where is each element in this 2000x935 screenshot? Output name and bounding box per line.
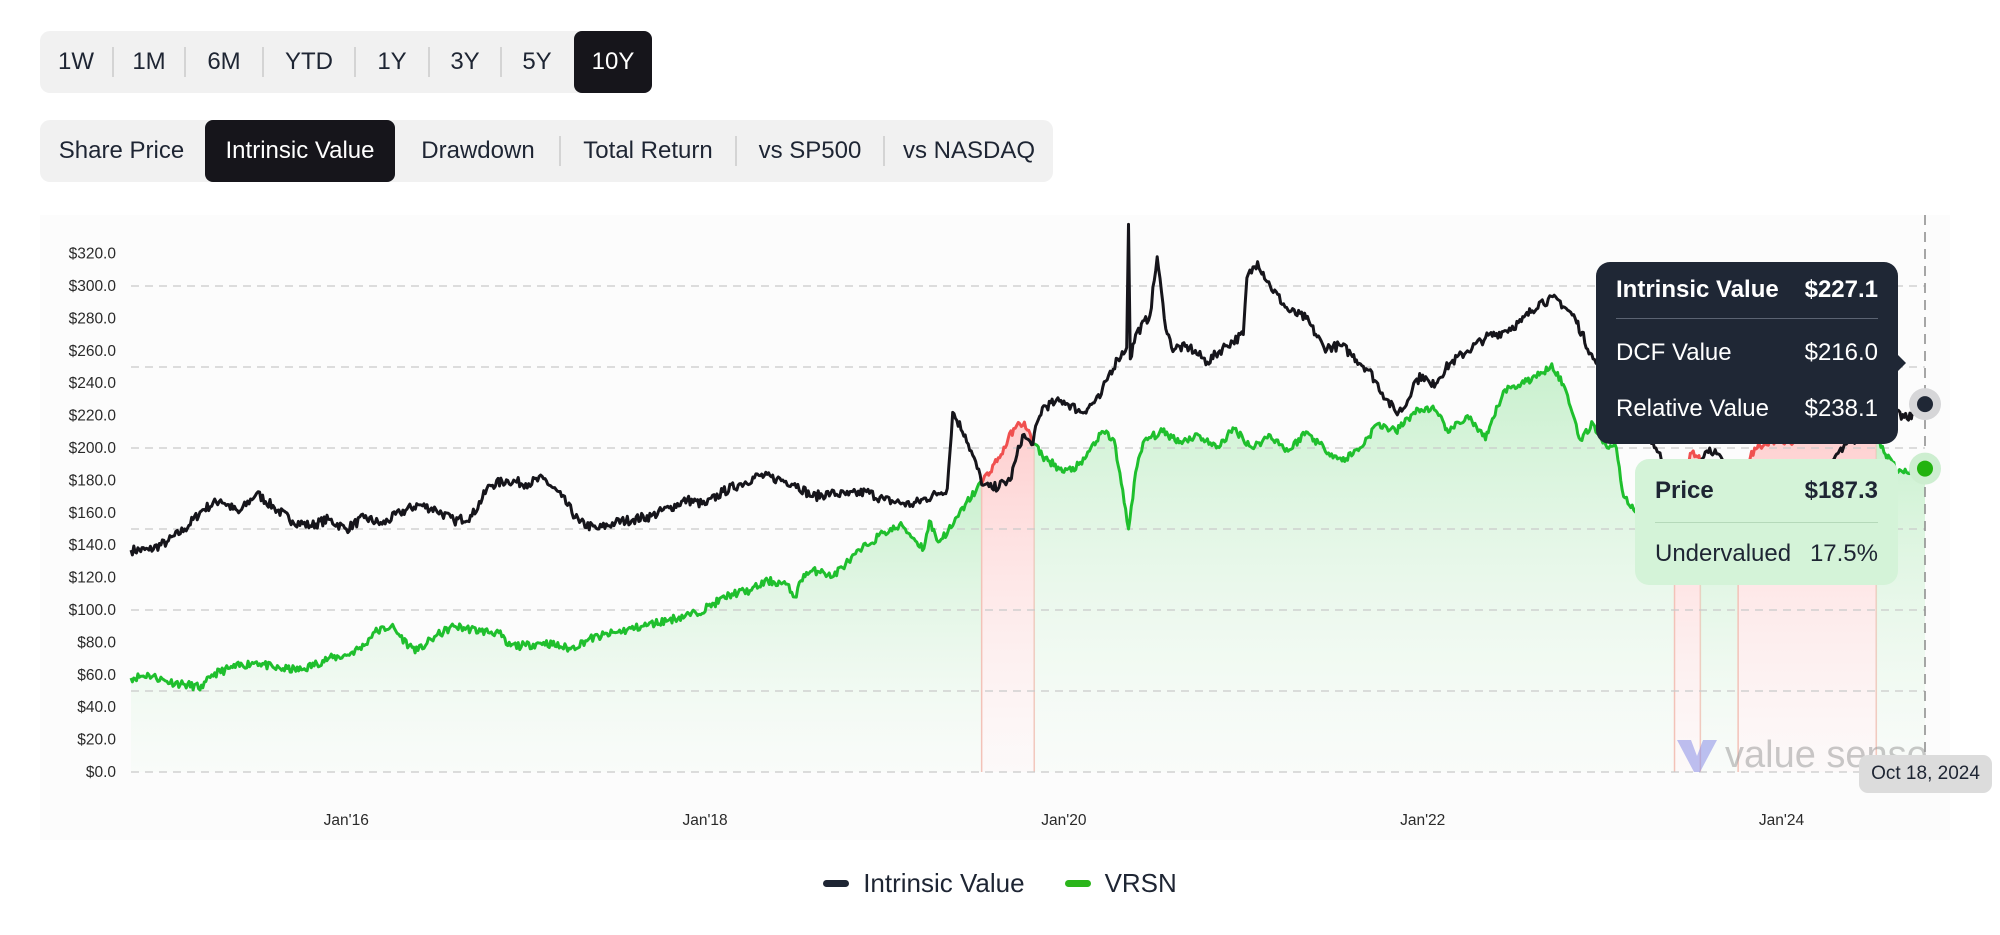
view-tab-label: Drawdown <box>421 137 535 164</box>
tooltip-dcf-label: DCF Value <box>1616 339 1732 366</box>
range-option-5y[interactable]: 5Y <box>502 31 572 93</box>
view-tab-label: Total Return <box>583 137 713 164</box>
value-sense-logo-icon <box>1677 739 1717 772</box>
range-option-label: 3Y <box>450 48 480 75</box>
y-tick-label: $260.0 <box>69 343 117 360</box>
view-tab-label: vs NASDAQ <box>902 137 1036 164</box>
view-tab-label: Intrinsic Value <box>225 137 375 164</box>
range-option-label: 10Y <box>591 48 635 75</box>
y-tick-label: $200.0 <box>69 440 117 457</box>
price-marker <box>1917 460 1933 477</box>
tooltip-price-value: $187.3 <box>1804 476 1878 504</box>
view-tab-vs-nasdaq[interactable]: vs NASDAQ <box>885 120 1053 182</box>
tooltip-valuation-row: Undervalued 17.5% <box>1655 523 1878 585</box>
x-tick-label: Jan'24 <box>1759 812 1805 829</box>
tooltip-pointer <box>1897 354 1906 372</box>
intrinsic-value-tooltip: Intrinsic Value $227.1 DCF Value $216.0 … <box>1596 262 1906 444</box>
undervalued-area <box>131 482 982 772</box>
y-tick-label: $0.0 <box>86 764 117 781</box>
chart-legend: Intrinsic Value VRSN <box>0 868 2000 899</box>
range-option-label: 1Y <box>377 48 407 75</box>
range-option-label: 1W <box>58 48 94 75</box>
tooltip-dcf-value: $216.0 <box>1804 339 1878 366</box>
y-tick-label: $320.0 <box>69 246 117 263</box>
cursor-date-label: Oct 18, 2024 <box>1859 755 1992 793</box>
y-tick-label: $300.0 <box>69 278 117 295</box>
view-tab-share-price[interactable]: Share Price <box>40 120 203 182</box>
y-tick-label: $140.0 <box>69 537 117 554</box>
tooltip-intrinsic-row: Intrinsic Value $227.1 <box>1616 262 1878 319</box>
intrinsic-marker <box>1917 396 1933 413</box>
view-tab-vs-sp500[interactable]: vs SP500 <box>737 120 883 182</box>
tooltip-valuation-value: 17.5% <box>1809 540 1878 567</box>
tooltip-intrinsic-label: Intrinsic Value <box>1616 276 1779 303</box>
legend-item-vrsn[interactable]: VRSN <box>1064 868 1177 899</box>
tooltip-relative-row: Relative Value $238.1 <box>1616 381 1878 437</box>
y-tick-label: $60.0 <box>77 667 116 684</box>
x-tick-label: Jan'18 <box>682 812 727 829</box>
y-tick-label: $160.0 <box>69 505 117 522</box>
tooltip-dcf-row: DCF Value $216.0 <box>1616 325 1878 381</box>
undervalued-area <box>1034 363 1675 772</box>
y-tick-label: $280.0 <box>69 310 117 327</box>
legend-swatch-vrsn <box>1064 880 1091 887</box>
y-tick-label: $180.0 <box>69 472 117 489</box>
time-range-selector: 1W 1M 6M YTD 1Y 3Y 5Y 10Y <box>40 31 652 93</box>
y-tick-label: $120.0 <box>69 570 117 587</box>
view-tab-total-return[interactable]: Total Return <box>561 120 735 182</box>
view-tab-label: Share Price <box>58 137 185 164</box>
x-tick-label: Jan'16 <box>324 812 369 829</box>
chart-view-tabs: Share Price Intrinsic Value Drawdown Total … <box>40 120 1053 182</box>
tooltip-intrinsic-value: $227.1 <box>1804 276 1878 303</box>
legend-swatch-intrinsic-value <box>823 880 850 887</box>
range-option-1m[interactable]: 1M <box>114 31 184 93</box>
range-option-1w[interactable]: 1W <box>40 31 112 93</box>
y-tick-label: $100.0 <box>69 602 117 619</box>
view-tab-drawdown[interactable]: Drawdown <box>397 120 559 182</box>
tooltip-relative-value: $238.1 <box>1804 395 1878 422</box>
legend-label-intrinsic-value: Intrinsic Value <box>863 868 1025 898</box>
range-option-ytd[interactable]: YTD <box>264 31 354 93</box>
y-tick-label: $20.0 <box>77 732 116 749</box>
range-option-label: 1M <box>132 48 166 75</box>
y-tick-label: $240.0 <box>69 375 117 392</box>
y-tick-label: $80.0 <box>77 634 116 651</box>
y-tick-label: $40.0 <box>77 699 116 716</box>
price-tooltip: Price $187.3 Undervalued 17.5% <box>1635 459 1898 585</box>
tooltip-price-label: Price <box>1655 476 1714 504</box>
x-tick-label: Jan'20 <box>1041 812 1087 829</box>
x-tick-label: Jan'22 <box>1400 812 1445 829</box>
range-option-1y[interactable]: 1Y <box>356 31 428 93</box>
tooltip-valuation-label: Undervalued <box>1655 540 1792 567</box>
y-tick-label: $220.0 <box>69 408 117 425</box>
range-option-3y[interactable]: 3Y <box>430 31 500 93</box>
range-option-label: 5Y <box>522 48 552 75</box>
view-tab-intrinsic-value[interactable]: Intrinsic Value <box>205 120 395 182</box>
range-option-label: 6M <box>207 48 241 75</box>
tooltip-price-row: Price $187.3 <box>1655 459 1878 523</box>
range-option-label: YTD <box>285 48 333 75</box>
view-tab-label: vs SP500 <box>758 137 862 164</box>
tooltip-relative-label: Relative Value <box>1616 395 1769 422</box>
range-option-6m[interactable]: 6M <box>186 31 262 93</box>
legend-item-intrinsic-value[interactable]: Intrinsic Value <box>823 868 1025 899</box>
legend-label-vrsn: VRSN <box>1104 868 1177 898</box>
range-option-10y[interactable]: 10Y <box>574 31 652 93</box>
